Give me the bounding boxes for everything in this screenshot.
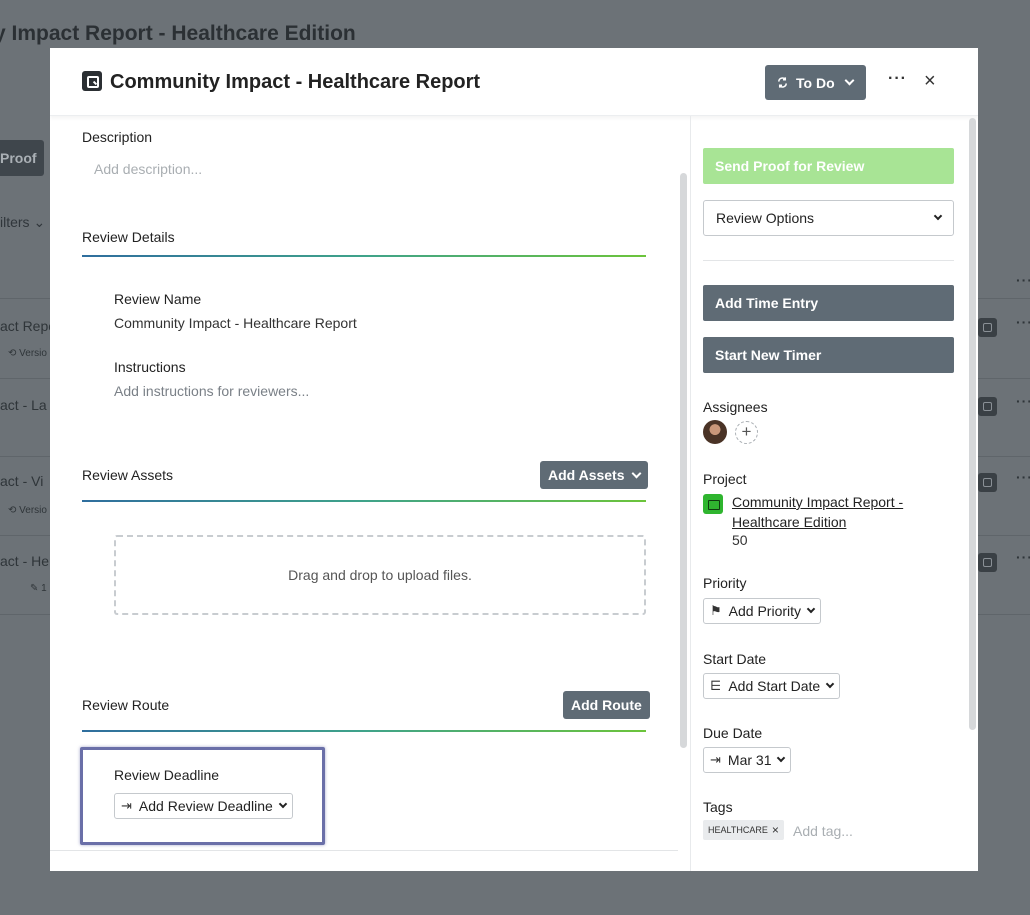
dropzone-text: Drag and drop to upload files. — [288, 567, 472, 583]
review-options-dropdown[interactable]: Review Options — [703, 200, 954, 236]
background-row-sub: ⟲ Versio — [8, 505, 47, 516]
add-start-date-button[interactable]: ⋿ Add Start Date — [703, 673, 841, 699]
background-row-label: act - La — [0, 397, 47, 413]
status-label: To Do — [796, 74, 835, 91]
add-assets-button[interactable]: Add Assets — [540, 461, 648, 489]
add-route-label: Add Route — [571, 697, 642, 713]
add-assignee-icon[interactable]: + — [735, 421, 758, 444]
background-proof-button: Proof — [0, 140, 44, 176]
background-more-icon: ··· — [1016, 272, 1030, 288]
proof-icon — [82, 71, 102, 91]
background-filters: ilters ⌄ — [0, 214, 46, 230]
project-number: 50 — [732, 532, 748, 548]
due-date-value: Mar 31 — [727, 752, 772, 768]
assignees-label: Assignees — [703, 399, 768, 415]
chevron-down-icon — [777, 753, 786, 763]
add-assets-label: Add Assets — [548, 467, 625, 483]
chevron-down-icon — [631, 468, 641, 478]
chevron-down-icon — [278, 799, 288, 809]
sidebar-divider — [703, 260, 954, 261]
assignee-avatar[interactable] — [703, 420, 727, 444]
description-label: Description — [82, 129, 153, 145]
bottom-divider — [50, 850, 678, 851]
background-more-icon: ··· — [1016, 393, 1030, 409]
start-date-label: Start Date — [703, 651, 767, 667]
instructions-label: Instructions — [114, 359, 186, 375]
folder-icon — [703, 494, 723, 514]
background-proof-icon — [978, 397, 997, 416]
tag-label: HEALTHCARE — [708, 825, 768, 835]
start-new-timer-button[interactable]: Start New Timer — [703, 337, 954, 373]
add-priority-button[interactable]: ⚑ Add Priority — [703, 598, 822, 624]
background-row-label: act - Vi — [0, 473, 44, 489]
background-more-icon: ··· — [1016, 469, 1030, 485]
add-tag-input[interactable]: Add tag... — [793, 823, 853, 839]
section-divider — [82, 255, 646, 257]
chevron-down-icon — [844, 75, 855, 86]
review-assets-heading: Review Assets — [82, 467, 174, 483]
status-sync-icon — [778, 77, 787, 88]
calendar-enter-icon: ⇥ — [121, 798, 132, 813]
chevron-down-icon — [806, 604, 816, 614]
project-link[interactable]: Community Impact Report - Healthcare Edi… — [732, 492, 932, 532]
status-dropdown-button[interactable]: To Do — [765, 65, 866, 100]
remove-tag-icon[interactable]: × — [772, 823, 779, 837]
due-date-label: Due Date — [703, 725, 763, 741]
background-row-label: act Repo — [0, 318, 57, 334]
add-time-entry-button[interactable]: Add Time Entry — [703, 285, 954, 321]
background-more-icon: ··· — [1016, 314, 1030, 330]
review-route-heading: Review Route — [82, 697, 170, 713]
background-row-label: act - He — [0, 553, 50, 569]
calendar-start-icon: ⋿ — [710, 678, 722, 693]
background-row-sub: ⟲ Versio — [8, 348, 47, 359]
section-divider — [82, 500, 646, 502]
background-proof-icon — [978, 473, 997, 492]
calendar-due-icon: ⇥ — [710, 752, 721, 767]
add-review-deadline-label: Add Review Deadline — [138, 798, 273, 814]
priority-label: Priority — [703, 575, 747, 591]
background-more-icon: ··· — [1016, 549, 1030, 565]
send-proof-button[interactable]: Send Proof for Review — [703, 148, 954, 184]
add-priority-label: Add Priority — [728, 603, 802, 619]
review-deadline-label: Review Deadline — [114, 767, 220, 783]
background-row-sub: ✎ 1 — [30, 583, 47, 594]
background-page-title: y Impact Report - Healthcare Edition — [0, 22, 356, 45]
chevron-down-icon — [933, 211, 943, 221]
background-proof-icon — [978, 318, 997, 337]
chevron-down-icon — [825, 679, 835, 689]
project-label: Project — [703, 471, 747, 487]
instructions-input[interactable]: Add instructions for reviewers... — [114, 383, 309, 399]
tags-label: Tags — [703, 799, 733, 815]
more-options-icon[interactable]: ··· — [888, 70, 907, 88]
add-route-button[interactable]: Add Route — [563, 691, 650, 719]
left-pane-scrollbar[interactable] — [680, 173, 687, 748]
description-input[interactable]: Add description... — [94, 161, 202, 177]
review-name-field[interactable]: Community Impact - Healthcare Report — [114, 315, 357, 331]
file-dropzone[interactable]: Drag and drop to upload files. — [114, 535, 646, 615]
section-divider — [82, 730, 646, 732]
review-details-heading: Review Details — [82, 229, 175, 245]
review-name-label: Review Name — [114, 291, 202, 307]
flag-icon: ⚑ — [710, 603, 722, 618]
modal-title: Community Impact - Healthcare Report — [110, 71, 481, 93]
background-proof-icon — [978, 553, 997, 572]
modal-header: Community Impact - Healthcare Report To … — [50, 48, 978, 116]
proof-detail-modal: Community Impact - Healthcare Report To … — [50, 48, 978, 871]
sidebar-scrollbar[interactable] — [969, 118, 976, 730]
review-options-label: Review Options — [716, 210, 815, 226]
add-start-date-label: Add Start Date — [728, 678, 821, 694]
close-icon[interactable]: × — [924, 70, 936, 92]
add-review-deadline-button[interactable]: ⇥ Add Review Deadline — [114, 793, 293, 819]
tag-chip: HEALTHCARE × — [703, 820, 784, 840]
due-date-button[interactable]: ⇥ Mar 31 — [703, 747, 792, 773]
